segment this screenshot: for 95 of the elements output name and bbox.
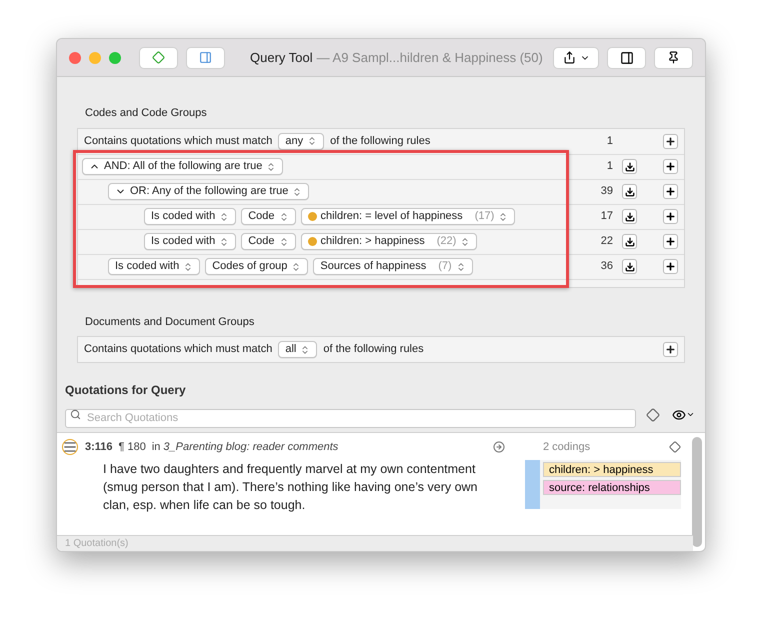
toolbar-button[interactable] — [139, 46, 178, 68]
window-subtitle: — A9 Sampl...hildren & Happiness (50) — [316, 50, 543, 65]
quotation-id: 3:116 — [85, 440, 113, 455]
result-count: 36 — [600, 259, 613, 274]
stepper-icon — [219, 212, 230, 222]
condition-popup[interactable]: Code — [241, 208, 296, 225]
window-title: Query Tool — [250, 50, 313, 65]
condition-popup[interactable]: Is coded with — [144, 208, 236, 225]
export-button[interactable] — [622, 159, 637, 174]
stepper-icon — [278, 212, 288, 222]
code-tag: source: relationships — [543, 480, 681, 494]
stepper-icon — [278, 236, 288, 246]
group-operator-popup[interactable]: AND: All of the following are true — [82, 158, 284, 175]
stepper-icon — [498, 212, 508, 222]
quotation-text: I have two daughters and frequently marvel at my own contentment (smug person that I am). There’s nothing like having one’s very own clan, esp. when life can be so tough. — [103, 460, 479, 514]
download-icon — [624, 236, 634, 246]
plus-icon — [665, 161, 676, 172]
add-rule-button[interactable] — [663, 342, 678, 357]
scroll-bar[interactable] — [692, 437, 702, 547]
add-rule-button[interactable] — [663, 184, 678, 199]
share-icon — [562, 51, 576, 64]
match-popup[interactable]: any — [278, 132, 324, 150]
chevron-icon — [686, 410, 695, 419]
condition-popup[interactable]: Is coded with — [144, 233, 236, 250]
stepper-icon — [307, 136, 318, 146]
go-to-icon[interactable] — [493, 441, 505, 454]
coding-bar — [525, 460, 540, 508]
add-rule-button[interactable] — [663, 159, 678, 174]
quotations-title: Quotations for Query — [65, 382, 187, 399]
plus-icon — [665, 136, 676, 146]
add-rule-button[interactable] — [663, 134, 678, 148]
stepper-icon — [292, 186, 302, 196]
add-rule-button[interactable] — [663, 234, 678, 249]
match-label: Contains quotations which must match — [84, 342, 272, 358]
pin-button[interactable] — [654, 46, 693, 68]
diamond-icon[interactable] — [646, 408, 660, 422]
stepper-icon — [291, 262, 302, 272]
panel-icon — [199, 51, 212, 64]
stepper-icon — [460, 236, 470, 246]
result-count: 22 — [600, 234, 613, 250]
plus-icon — [665, 344, 676, 355]
download-icon — [624, 186, 634, 196]
document-name: 3_Parenting blog: reader comments — [163, 440, 338, 455]
group-operator-popup[interactable]: OR: Any of the following are true — [108, 183, 310, 200]
quotation-count: 1 Quotation(s) — [64, 537, 128, 551]
stepper-icon — [266, 162, 276, 172]
result-count: 17 — [600, 209, 613, 224]
match-label: of the following rules — [323, 342, 424, 358]
search-field[interactable]: Search Quotations — [65, 408, 636, 428]
download-icon — [624, 162, 634, 172]
export-button[interactable] — [622, 234, 637, 249]
condition-popup[interactable]: Codes of group — [205, 258, 308, 275]
result-count: 39 — [600, 184, 613, 200]
match-label: Contains quotations which must match — [84, 134, 272, 149]
view-options-button[interactable] — [672, 408, 695, 422]
download-icon — [624, 262, 634, 272]
export-button[interactable] — [622, 259, 637, 274]
download-icon — [624, 212, 634, 222]
plus-icon — [665, 186, 676, 197]
export-button[interactable] — [622, 209, 637, 224]
export-button[interactable] — [622, 184, 637, 199]
stepper-icon — [183, 262, 194, 272]
toolbar-button[interactable] — [186, 46, 225, 68]
condition-popup[interactable]: Code — [241, 233, 296, 250]
stepper-icon — [219, 236, 230, 246]
codings-count: 2 codings — [543, 440, 590, 455]
section-title: Documents and Document Groups — [85, 314, 256, 330]
search-icon — [70, 409, 81, 420]
sidebar-icon — [620, 50, 634, 64]
plus-icon — [665, 261, 676, 272]
condition-popup[interactable]: Sources of happiness (7) — [313, 258, 473, 275]
plus-icon — [665, 211, 676, 222]
share-button[interactable] — [553, 46, 599, 68]
match-popup[interactable]: all — [278, 341, 318, 358]
in-label: in — [152, 440, 160, 455]
stepper-icon — [456, 262, 466, 272]
pin-icon — [667, 51, 680, 64]
add-rule-button[interactable] — [663, 259, 678, 274]
sidebar-toggle-button[interactable] — [607, 46, 646, 68]
plus-icon — [665, 236, 676, 247]
section-title: Codes and Code Groups — [85, 106, 208, 121]
diamond-icon — [152, 51, 165, 64]
paragraph-number: ¶ 180 — [118, 440, 146, 455]
condition-popup[interactable]: children: > happiness (22) — [300, 233, 478, 250]
stepper-icon — [300, 344, 310, 354]
condition-popup[interactable]: Is coded with — [108, 258, 200, 275]
diamond-icon[interactable] — [669, 441, 681, 454]
condition-popup[interactable]: children: = level of happiness (17) — [300, 208, 516, 225]
quotation-icon — [63, 440, 77, 454]
result-count: 1 — [606, 134, 613, 149]
match-label: of the following rules — [330, 134, 430, 149]
code-tag: children: > happiness — [543, 462, 681, 476]
eye-icon — [672, 408, 686, 422]
add-rule-button[interactable] — [663, 209, 678, 224]
result-count: 1 — [606, 159, 613, 174]
